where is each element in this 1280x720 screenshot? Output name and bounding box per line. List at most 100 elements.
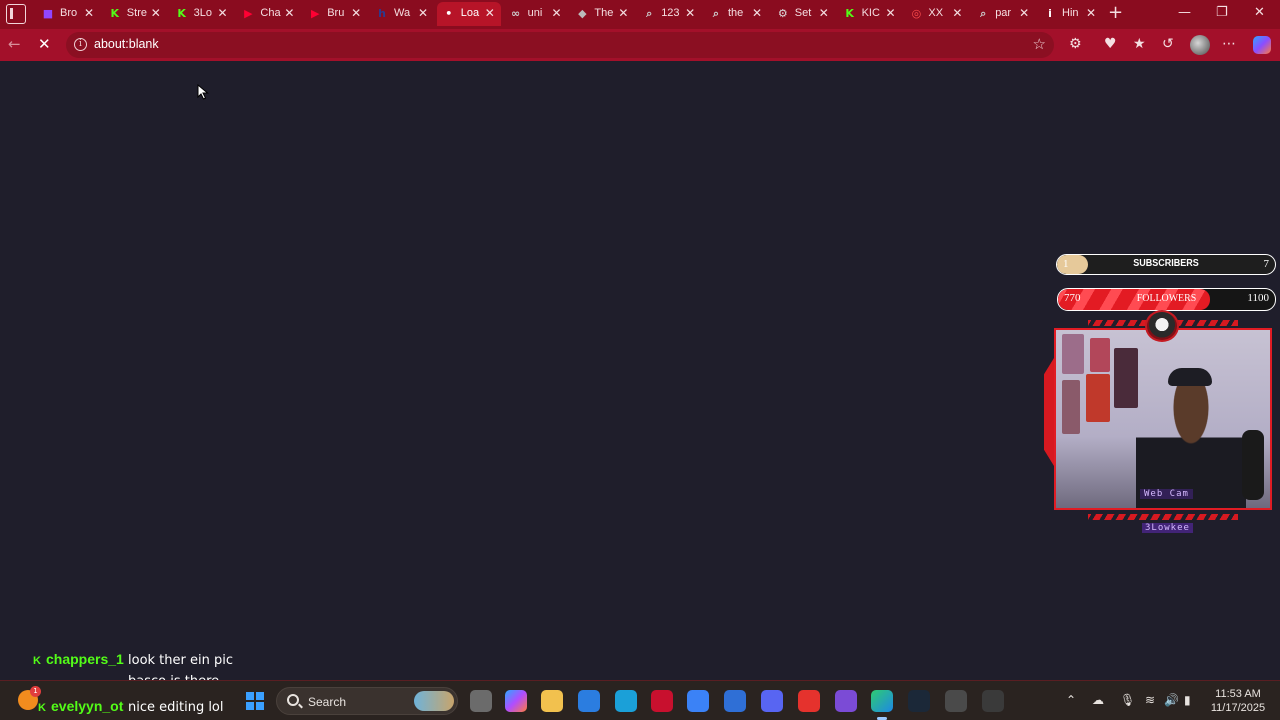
history-icon[interactable]: ↺ [1162,36,1174,52]
browser-tab[interactable]: K 3Lo ✕ [170,2,234,26]
close-tab-icon[interactable]: ✕ [1086,6,1096,20]
wall-poster [1062,334,1084,374]
wifi-icon[interactable]: ≋ [1145,693,1155,707]
browser-tab[interactable]: K Stre ✕ [103,2,167,26]
volume-icon[interactable]: 🔊 [1164,693,1179,707]
address-bar[interactable]: i about:blank ☆ [66,32,1054,58]
pdf-app-icon[interactable] [798,690,820,712]
close-tab-icon[interactable]: ✕ [84,6,94,20]
close-tab-icon[interactable]: ✕ [218,6,228,20]
show-hidden-icons-icon[interactable]: ⌃ [1066,693,1076,707]
close-tab-icon[interactable]: ✕ [752,6,762,20]
twitch-icon: ■ [42,7,54,20]
browser-tab[interactable]: i Hin ✕ [1038,2,1102,26]
site-info-icon[interactable]: i [74,38,87,51]
close-tab-icon[interactable]: ✕ [1019,6,1029,20]
search-highlight-art [414,691,454,711]
cloud-icon[interactable]: ☁ [1092,693,1104,707]
tab-actions-icon[interactable] [6,4,26,24]
visual-studio-icon[interactable] [835,690,857,712]
address-text[interactable]: about:blank [94,37,159,51]
taskbar-search-box[interactable]: Search [276,687,458,715]
browser-tab[interactable]: h Wa ✕ [370,2,434,26]
copilot-app-icon[interactable] [505,690,527,712]
copilot-icon[interactable] [1253,36,1271,54]
microsoft-store-icon[interactable] [578,690,600,712]
follower-goal-bar: 770 FOLLOWERS 1100 [1057,288,1276,311]
close-tab-icon[interactable]: ✕ [685,6,695,20]
task-view-icon[interactable] [470,690,492,712]
close-tab-icon[interactable]: ✕ [151,6,161,20]
steam-icon[interactable] [908,690,930,712]
kick-icon: K [845,7,854,20]
youtube-icon: ▶ [310,7,320,20]
browser-essentials-icon[interactable]: ♥ [1104,36,1117,52]
webcam-feed: Web Cam [1054,328,1272,510]
search-icon: ⌕ [646,7,653,20]
browser-tab[interactable]: ◎ XX ✕ [904,2,968,26]
mcafee-icon[interactable] [651,690,673,712]
search-icon [287,694,299,706]
diamond-icon: ◆ [578,7,587,20]
battery-icon[interactable]: ▮ [1184,693,1191,707]
close-tab-icon[interactable]: ✕ [485,6,495,20]
discord-icon[interactable] [761,690,783,712]
follower-label: FOLLOWERS [1136,292,1197,304]
minimize-icon[interactable]: — [1178,5,1191,21]
notification-badge: 1 [30,686,41,697]
browser-tab[interactable]: ∞ uni ✕ [504,2,568,26]
mail-app-icon[interactable] [724,690,746,712]
close-tab-icon[interactable]: ✕ [351,6,361,20]
favorite-star-icon[interactable]: ☆ [1033,35,1046,53]
microphone-icon[interactable]: 🎙 [1120,693,1135,707]
browser-tab[interactable]: ⚙ Set ✕ [771,2,835,26]
obs-icon[interactable] [982,690,1004,712]
streamer-bandana [1168,368,1212,386]
browser-tab[interactable]: • Loa ✕ [436,2,501,26]
favorites-icon[interactable]: ★ [1133,36,1146,52]
browser-toolbar: ← ✕ i about:blank ☆ ⚙ ♥ ★ ↺ ⋯ [0,29,1280,61]
profile-avatar[interactable] [1190,35,1210,55]
browser-tab[interactable]: ⌕ par ✕ [971,2,1035,26]
windows-start-icon[interactable] [246,692,264,710]
browser-tab[interactable]: ⌕ 123 ✕ [637,2,701,26]
close-tab-icon[interactable]: ✕ [552,6,562,20]
browser-tab-strip: ■ Bro ✕ K Stre ✕ K 3Lo ✕ ▶ Cha ✕ ▶ Bru ✕ h Wa ✕ • Loa ✕ ∞ uni ✕… [0,0,1280,29]
chat-message: nice editing lol [128,700,224,715]
wall-poster [1086,374,1110,422]
close-tab-icon[interactable]: ✕ [618,6,628,20]
letter-l-app-icon[interactable] [615,690,637,712]
close-tab-icon[interactable]: ✕ [418,6,428,20]
close-tab-icon[interactable]: ✕ [284,6,294,20]
browser-tab[interactable]: ◆ The ✕ [570,2,634,26]
new-tab-button[interactable]: + [1108,3,1123,23]
search-icon: ⌕ [712,7,720,20]
chat-username: evelyyn_ot [51,698,124,714]
circle-icon: ◎ [911,7,922,20]
search-label: Search [308,695,347,709]
unity-icon[interactable] [945,690,967,712]
edge-browser-icon[interactable] [871,690,893,720]
browser-tab[interactable]: ⌕ the ✕ [704,2,768,26]
more-menu-icon[interactable]: ⋯ [1222,36,1236,52]
browser-tab[interactable]: K KIC ✕ [838,2,902,26]
system-clock[interactable]: 11:53 AM 11/17/2025 [1206,687,1270,715]
subscriber-goal-bar: 1 SUBSCRIBERS 7 [1056,254,1276,275]
chat-entry: Kevelyyn_ot [38,698,123,716]
kick-icon: K [38,702,46,714]
close-tab-icon[interactable]: ✕ [952,6,962,20]
browser-tab[interactable]: ▶ Bru ✕ [303,2,367,26]
back-arrow-icon[interactable]: ← [8,35,21,53]
extensions-icon[interactable]: ⚙ [1069,36,1082,52]
browser-tab[interactable]: ■ Bro ✕ [36,2,100,26]
hanime-icon: h [378,7,386,20]
close-tab-icon[interactable]: ✕ [886,6,896,20]
close-window-icon[interactable]: ✕ [1254,5,1265,21]
file-explorer-icon[interactable] [541,690,563,712]
close-tab-icon[interactable]: ✕ [819,6,829,20]
stop-loading-icon[interactable]: ✕ [38,35,51,53]
browser-tab[interactable]: ▶ Cha ✕ [236,2,300,26]
editor-app-icon[interactable] [687,690,709,712]
maximize-icon[interactable]: ❐ [1216,5,1228,21]
chat-username: chappers_1 [46,651,124,667]
